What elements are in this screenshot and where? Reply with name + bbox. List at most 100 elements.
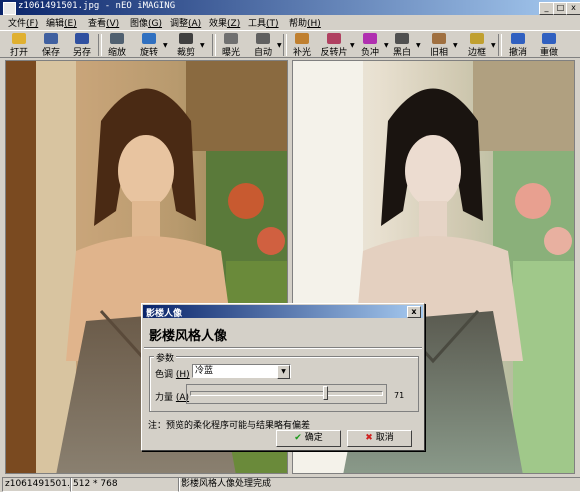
toolbar-cross-process-button[interactable]: 负冲 [356,32,384,58]
menu-item-1[interactable]: 编辑(E) [46,16,77,29]
menu-item-accelerator: (H) [307,19,321,29]
border-frame-icon [470,33,484,44]
toolbar-separator [98,34,102,56]
menu-item-label: 编辑 [46,19,65,29]
toolbar-exposure-button[interactable]: 曝光 [218,32,244,58]
undo-icon [511,33,525,44]
toolbar-black-white-button[interactable]: 黑白 [388,32,416,58]
old-photo-icon [432,33,446,44]
black-white-icon [395,33,409,44]
toolbar-undo-button[interactable]: 撤消 [505,32,531,58]
toolbar-auto-wand-button[interactable]: 自动 [249,32,277,58]
cancel-label: 取消 [375,433,394,443]
reversal-film-icon [327,33,341,44]
minimize-button[interactable]: _ [539,2,554,15]
menu-item-5[interactable]: 效果(Z) [209,16,240,29]
menu-item-label: 调整 [170,19,189,29]
dialog-title-bar[interactable]: 影楼人像 x [143,305,423,319]
rotate-icon [142,33,156,44]
tone-label: 色调 (H) [155,370,190,380]
toolbar-button-label: 另存 [72,48,91,58]
open-folder-icon [12,33,26,44]
dialog-title: 影楼人像 [146,309,183,319]
close-button[interactable]: x [566,2,580,15]
toolbar: 打开 保存 另存 缩放 旋转 ▼ 裁剪 ▼ 曝光 自动 ▼ 补光 反转片 ▼ 负冲 ▼ 黑白 ▼ 旧相 ▼ 边框 ▼ 撤消重… [0,30,580,58]
dropdown-arrow-icon[interactable]: ▼ [350,42,355,49]
menu-item-accelerator: (F) [26,19,39,29]
toolbar-separator [498,34,502,56]
menu-item-4[interactable]: 调整(A) [170,16,201,29]
toolbar-button-label: 重做 [539,48,558,58]
auto-wand-icon [256,33,270,44]
strength-slider[interactable] [190,386,383,402]
chevron-down-icon[interactable]: ▼ [277,365,290,379]
toolbar-button-label: 旧相 [429,48,448,58]
menu-item-0[interactable]: 文件(F) [8,16,38,29]
toolbar-separator [212,34,216,56]
menu-item-7[interactable]: 帮助(H) [289,16,321,29]
dropdown-arrow-icon[interactable]: ▼ [200,42,205,49]
menu-item-accelerator: (V) [106,19,120,29]
ok-label: 确定 [304,433,323,443]
cancel-x-icon: ✖ [365,433,373,443]
menu-bar: 文件(F) 编辑(E) 查看(V) 图像(G) 调整(A) 效果(Z) 工具(T) 帮助(H) [0,15,580,29]
menu-item-2[interactable]: 查看(V) [88,16,119,29]
toolbar-button-label: 打开 [9,48,28,58]
toolbar-border-frame-button[interactable]: 边框 [463,32,491,58]
toolbar-save-disk-button[interactable]: 保存 [38,32,64,58]
toolbar-button-label: 补光 [292,48,311,58]
menu-item-label: 效果 [209,19,228,29]
toolbar-save-as-button[interactable]: 另存 [68,32,96,58]
dropdown-arrow-icon[interactable]: ▼ [277,42,282,49]
redo-icon [542,33,556,44]
exposure-icon [224,33,238,44]
menu-item-3[interactable]: 图像(G) [130,16,162,29]
crop-icon [179,33,193,44]
strength-value: 71 [394,391,405,400]
dropdown-arrow-icon[interactable]: ▼ [453,42,458,49]
cross-process-icon [363,33,377,44]
menu-item-accelerator: (T) [266,19,279,29]
toolbar-button-label: 自动 [253,48,272,58]
toolbar-open-folder-button[interactable]: 打开 [6,32,32,58]
dropdown-arrow-icon[interactable]: ▼ [163,42,168,49]
window-title: z1061491501.jpg - nEO iMAGING [18,1,176,11]
menu-item-label: 图像 [130,19,149,29]
status-message: 影楼风格人像处理完成 [178,477,580,492]
toolbar-button-label: 缩放 [107,48,126,58]
menu-item-accelerator: (A) [188,19,202,29]
dropdown-arrow-icon[interactable]: ▼ [491,42,496,49]
strength-label: 力量 (A) [155,393,190,403]
toolbar-resize-button[interactable]: 缩放 [104,32,130,58]
menu-item-accelerator: (E) [64,19,77,29]
dialog-close-button[interactable]: x [407,306,421,318]
save-disk-icon [44,33,58,44]
toolbar-button-label: 裁剪 [176,48,195,58]
tone-select[interactable]: 冷蓝 ▼ [192,364,291,379]
window-title-bar[interactable]: z1061491501.jpg - nEO iMAGING _ □ x [0,0,580,15]
resize-icon [110,33,124,44]
dialog-separator [144,347,422,349]
strength-slider-thumb[interactable] [323,386,328,400]
dialog-heading: 影楼风格人像 [149,329,228,344]
toolbar-button-label: 黑白 [392,48,411,58]
dropdown-arrow-icon[interactable]: ▼ [416,42,421,49]
toolbar-button-label: 边框 [467,48,486,58]
ok-button[interactable]: ✔ 确定 [276,430,341,447]
checkmark-icon: ✔ [294,433,302,443]
app-icon [3,2,16,15]
strength-slider-track [190,391,383,396]
save-as-icon [75,33,89,44]
menu-item-label: 文件 [8,19,27,29]
toolbar-old-photo-button[interactable]: 旧相 [425,32,453,58]
toolbar-crop-button[interactable]: 裁剪 [172,32,200,58]
status-filename: z1061491501.jpg [2,477,72,492]
toolbar-fill-light-button[interactable]: 补光 [289,32,315,58]
tone-select-value: 冷蓝 [195,366,214,376]
toolbar-rotate-button[interactable]: 旋转 [135,32,163,58]
toolbar-button-label: 反转片 [320,48,348,58]
toolbar-redo-button[interactable]: 重做 [536,32,562,58]
toolbar-reversal-film-button[interactable]: 反转片 [318,32,350,58]
cancel-button[interactable]: ✖ 取消 [347,430,412,447]
menu-item-6[interactable]: 工具(T) [248,16,279,29]
